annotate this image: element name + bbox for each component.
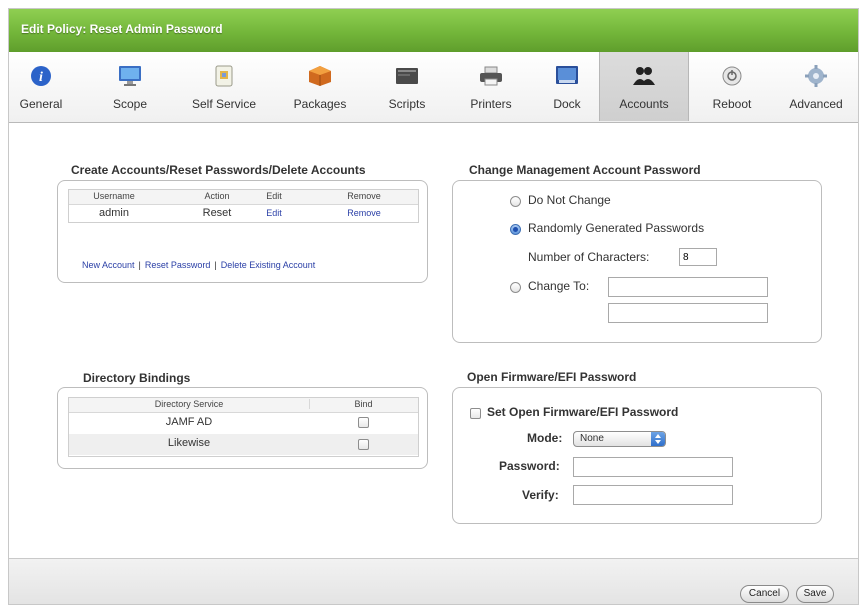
tab-scope[interactable]: Scope <box>97 52 163 121</box>
do-not-change-label: Do Not Change <box>528 193 611 207</box>
directory-service-cell: JAMF AD <box>165 416 213 428</box>
printer-icon <box>478 65 504 87</box>
footer-bar: Cancel Save <box>9 558 858 604</box>
tab-self-service[interactable]: Self Service <box>182 52 266 121</box>
mode-select[interactable]: None <box>573 431 666 447</box>
tab-advanced[interactable]: Advanced <box>779 52 853 121</box>
package-icon <box>307 65 333 87</box>
reset-password-link[interactable]: Reset Password <box>145 260 211 270</box>
remove-account-link[interactable]: Remove <box>324 208 404 218</box>
tab-dock[interactable]: Dock <box>537 52 597 121</box>
accounts-table: Username Action Edit Remove admin Reset … <box>68 189 419 223</box>
column-edit: Edit <box>266 191 282 201</box>
firmware-section-title: Open Firmware/EFI Password <box>467 370 637 384</box>
table-row: JAMF AD <box>69 413 418 433</box>
tab-scripts[interactable]: Scripts <box>372 52 442 121</box>
change-to-verify-field[interactable] <box>608 303 768 323</box>
management-section-title: Change Management Account Password <box>469 163 701 177</box>
username-cell: admin <box>99 207 129 219</box>
cancel-button[interactable]: Cancel <box>740 585 789 603</box>
directory-section-title: Directory Bindings <box>83 371 191 385</box>
set-firmware-password-label: Set Open Firmware/EFI Password <box>487 405 679 419</box>
self-service-icon <box>211 65 237 87</box>
firmware-verify-field[interactable] <box>573 485 733 505</box>
number-of-characters-label: Number of Characters: <box>528 250 650 264</box>
new-account-link[interactable]: New Account <box>82 260 135 270</box>
gear-icon <box>803 65 829 87</box>
accounts-section-title: Create Accounts/Reset Passwords/Delete A… <box>71 163 366 177</box>
monitor-icon <box>117 65 143 87</box>
tab-general[interactable]: i General <box>9 52 73 121</box>
info-icon: i <box>28 65 54 87</box>
accounts-table-header: Username Action Edit Remove <box>69 190 418 205</box>
save-button[interactable]: Save <box>796 585 834 603</box>
tab-packages[interactable]: Packages <box>282 52 358 121</box>
change-to-label: Change To: <box>528 279 590 293</box>
delete-existing-account-link[interactable]: Delete Existing Account <box>221 260 316 270</box>
tab-accounts[interactable]: Accounts <box>599 52 689 121</box>
radio-random-passwords[interactable] <box>510 224 521 235</box>
table-row: admin Reset Edit Remove <box>69 205 418 221</box>
radio-do-not-change[interactable] <box>510 196 521 207</box>
account-actions: New Account | Reset Password | Delete Existi… <box>82 260 316 270</box>
password-label: Password: <box>499 459 560 473</box>
column-username: Username <box>93 191 135 201</box>
column-bind: Bind <box>354 399 373 409</box>
window-title: Edit Policy: Reset Admin Password <box>21 22 223 36</box>
directory-panel: Directory Service Bind JAMF AD Likewise <box>57 387 428 469</box>
set-firmware-password-checkbox[interactable] <box>470 408 481 419</box>
accounts-panel: Username Action Edit Remove admin Reset … <box>57 180 428 283</box>
bind-checkbox[interactable] <box>358 417 369 428</box>
verify-label: Verify: <box>522 488 559 502</box>
tab-reboot[interactable]: Reboot <box>699 52 765 121</box>
script-icon <box>394 65 420 87</box>
column-action: Action <box>204 191 230 201</box>
action-cell: Reset <box>202 207 232 219</box>
number-of-characters-input[interactable] <box>679 248 717 266</box>
mode-label: Mode: <box>527 431 563 445</box>
firmware-panel: Set Open Firmware/EFI Password Mode: Non… <box>452 387 822 524</box>
tab-printers[interactable]: Printers <box>459 52 523 121</box>
bind-checkbox[interactable] <box>358 439 369 450</box>
random-passwords-label: Randomly Generated Passwords <box>528 221 705 235</box>
accounts-content: Create Accounts/Reset Passwords/Delete A… <box>9 123 858 558</box>
select-arrows-icon <box>651 432 665 446</box>
column-directory-service: Directory Service <box>69 399 310 409</box>
edit-policy-window: Edit Policy: Reset Admin Password i Gene… <box>8 8 859 605</box>
directory-service-cell: Likewise <box>167 437 211 449</box>
mode-select-value: None <box>580 433 604 444</box>
management-panel: Do Not Change Randomly Generated Passwor… <box>452 180 822 343</box>
edit-account-link[interactable]: Edit <box>249 208 299 218</box>
svg-text:i: i <box>39 70 43 85</box>
reboot-icon <box>719 65 745 87</box>
users-icon <box>631 65 657 87</box>
title-bar: Edit Policy: Reset Admin Password <box>9 9 858 52</box>
firmware-password-field[interactable] <box>573 457 733 477</box>
table-row: Likewise <box>69 434 418 455</box>
directory-table: Directory Service Bind JAMF AD Likewise <box>68 397 419 457</box>
tab-toolbar: i General Scope Self Service Packages Sc… <box>9 52 858 123</box>
change-to-password-field[interactable] <box>608 277 768 297</box>
directory-table-header: Directory Service Bind <box>69 398 418 413</box>
dock-icon <box>554 65 580 87</box>
column-remove: Remove <box>347 191 381 201</box>
radio-change-to[interactable] <box>510 282 521 293</box>
